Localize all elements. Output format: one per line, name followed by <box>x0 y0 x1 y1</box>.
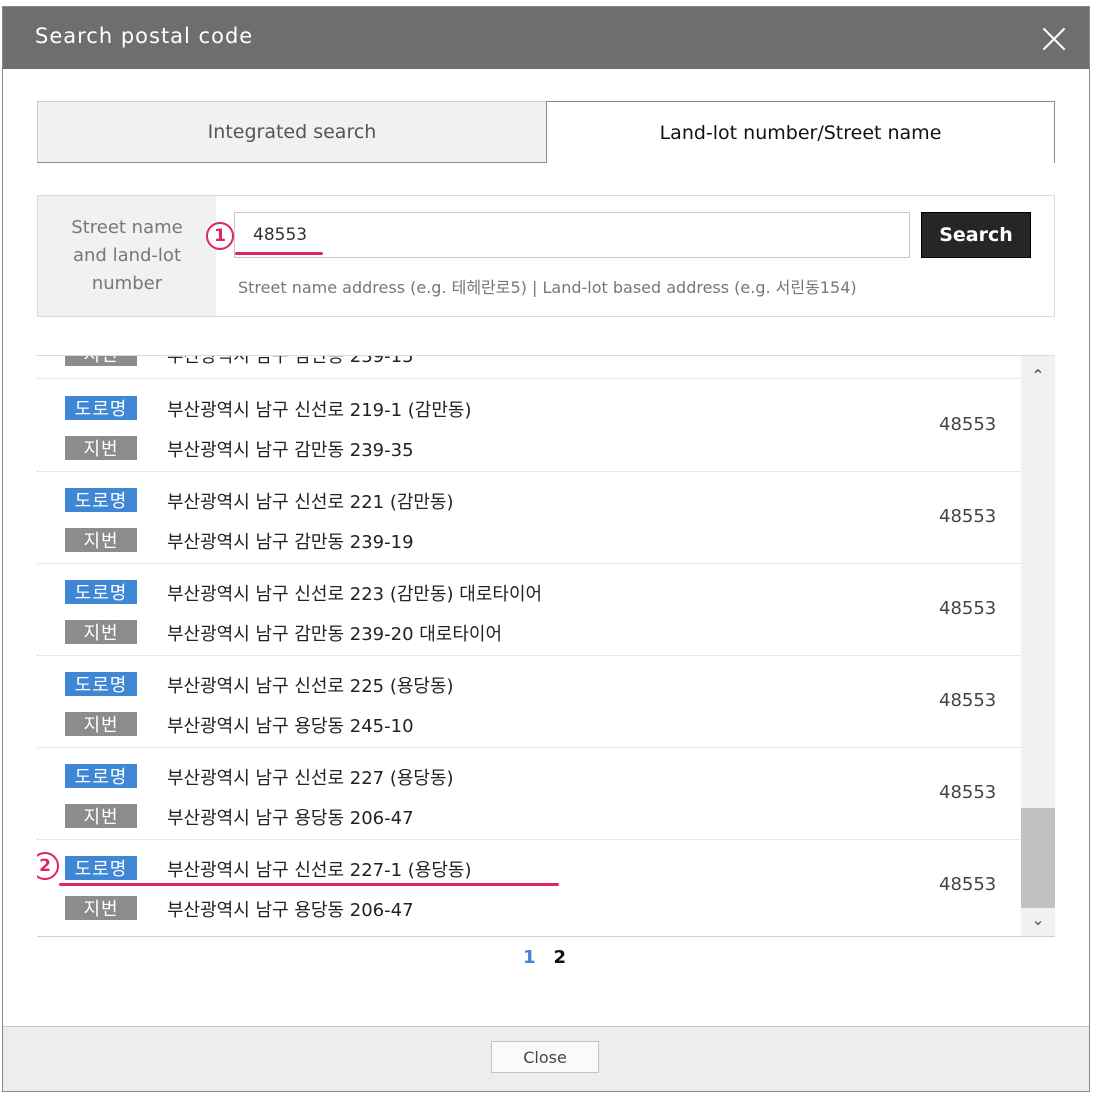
search-input[interactable] <box>234 212 910 258</box>
lot-address: 부산광역시 남구 감만동 239-35 <box>167 440 414 461</box>
postal-code: 48553 <box>939 414 997 435</box>
annotation-marker-1: 1 <box>206 222 234 250</box>
page-link-1[interactable]: 1 <box>523 947 536 968</box>
lot-address: 부산광역시 남구 감만동 239-15 <box>167 355 414 367</box>
lot-badge: 지번 <box>65 896 137 920</box>
annotation-underline-input <box>235 252 323 255</box>
postal-code-dialog: Search postal code Integrated search Lan… <box>2 6 1090 1092</box>
road-address: 부산광역시 남구 신선로 221 (감만동) <box>167 492 454 513</box>
lot-address: 부산광역시 남구 용당동 206-47 <box>167 900 414 921</box>
postal-code: 48553 <box>939 690 997 711</box>
search-label: Street name and land-lot number <box>71 217 183 294</box>
road-address: 부산광역시 남구 신선로 223 (감만동) 대로타이어 <box>167 584 543 605</box>
lot-address: 부산광역시 남구 용당동 206-47 <box>167 808 414 829</box>
lot-badge: 지번 <box>65 804 137 828</box>
results-scrollbar[interactable]: ⌃ ⌄ <box>1021 356 1055 936</box>
list-item[interactable]: 도로명 부산광역시 남구 신선로 223 (감만동) 대로타이어 지번 부산광역… <box>37 564 1021 656</box>
road-address: 부산광역시 남구 신선로 227-1 (용당동) <box>167 860 472 881</box>
lot-badge: 지번 <box>65 528 137 552</box>
lot-address: 부산광역시 남구 용당동 245-10 <box>167 716 414 737</box>
list-item[interactable]: 도로명 부산광역시 남구 신선로 219-1 (감만동) 지번 부산광역시 남구… <box>37 380 1021 472</box>
road-badge: 도로명 <box>65 488 137 512</box>
road-badge: 도로명 <box>65 396 137 420</box>
tab-integrated-search[interactable]: Integrated search <box>37 101 547 163</box>
postal-code: 48553 <box>939 598 997 619</box>
chevron-down-icon[interactable]: ⌄ <box>1021 908 1055 930</box>
chevron-up-icon[interactable]: ⌃ <box>1021 364 1055 386</box>
road-address: 부산광역시 남구 신선로 219-1 (감만동) <box>167 400 472 421</box>
road-address: 부산광역시 남구 신선로 225 (용당동) <box>167 676 454 697</box>
postal-code: 48553 <box>939 874 997 895</box>
search-box: Street name and land-lot number 1 Search… <box>37 195 1055 317</box>
road-badge: 도로명 <box>65 672 137 696</box>
list-item[interactable]: 지번 부산광역시 남구 감만동 239-15 <box>37 355 1021 379</box>
lot-address: 부산광역시 남구 감만동 239-19 <box>167 532 414 553</box>
postal-code: 48553 <box>939 782 997 803</box>
list-item[interactable]: 도로명 부산광역시 남구 신선로 221 (감만동) 지번 부산광역시 남구 감… <box>37 472 1021 564</box>
postal-code: 48553 <box>939 506 997 527</box>
lot-badge: 지번 <box>65 712 137 736</box>
list-item[interactable]: 도로명 부산광역시 남구 신선로 227 (용당동) 지번 부산광역시 남구 용… <box>37 748 1021 840</box>
close-button[interactable]: Close <box>491 1041 599 1073</box>
annotation-marker-2: 2 <box>37 852 59 880</box>
lot-badge: 지번 <box>65 620 137 644</box>
search-tabs: Integrated search Land-lot number/Street… <box>37 101 1055 163</box>
list-item[interactable]: 도로명 부산광역시 남구 신선로 225 (용당동) 지번 부산광역시 남구 용… <box>37 656 1021 748</box>
close-icon[interactable] <box>1041 26 1067 52</box>
road-badge: 도로명 <box>65 764 137 788</box>
annotation-underline-row <box>59 883 559 886</box>
lot-address: 부산광역시 남구 감만동 239-20 대로타이어 <box>167 624 503 645</box>
lot-badge: 지번 <box>65 356 137 366</box>
road-badge: 도로명 <box>65 856 137 880</box>
page-link-2[interactable]: 2 <box>554 947 567 968</box>
road-address: 부산광역시 남구 신선로 227 (용당동) <box>167 768 454 789</box>
road-badge: 도로명 <box>65 580 137 604</box>
dialog-titlebar: Search postal code <box>3 7 1089 69</box>
results-list: 지번 부산광역시 남구 감만동 239-15 도로명 부산광역시 남구 신선로 … <box>37 355 1055 937</box>
search-button[interactable]: Search <box>921 212 1031 258</box>
dialog-footer: Close <box>3 1026 1089 1091</box>
scrollbar-thumb[interactable] <box>1021 808 1055 908</box>
list-item[interactable]: 2 도로명 부산광역시 남구 신선로 227-1 (용당동) 지번 부산광역시 … <box>37 840 1021 932</box>
dialog-title: Search postal code <box>35 24 254 48</box>
pagination: 12 <box>523 947 584 968</box>
search-hint: Street name address (e.g. 테헤란로5) | Land-… <box>238 278 857 297</box>
search-label-cell: Street name and land-lot number <box>38 196 216 316</box>
tab-land-lot-street-name[interactable]: Land-lot number/Street name <box>546 101 1055 163</box>
lot-badge: 지번 <box>65 436 137 460</box>
